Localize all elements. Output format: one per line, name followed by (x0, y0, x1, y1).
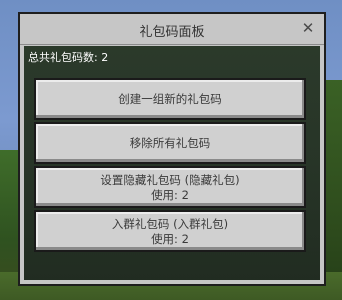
group-code-usage: 使用: 2 (151, 232, 189, 246)
total-codes-label: 总共礼包码数: 2 (28, 51, 109, 64)
create-code-button[interactable]: 创建一组新的礼包码 (34, 78, 306, 120)
close-button[interactable]: ✕ (298, 18, 318, 38)
panel-content: 总共礼包码数: 2 创建一组新的礼包码 移除所有礼包码 设置隐藏礼包码 (隐藏礼… (24, 46, 320, 280)
group-code-button-label: 入群礼包码 (入群礼包) (111, 217, 229, 231)
title-bar: 礼包码面板 ✕ (20, 14, 324, 45)
create-code-button-label: 创建一组新的礼包码 (118, 92, 222, 106)
remove-all-codes-button-label: 移除所有礼包码 (129, 136, 211, 150)
hidden-code-button[interactable]: 设置隐藏礼包码 (隐藏礼包) 使用: 2 (34, 166, 306, 208)
game-scene: 礼包码面板 ✕ 总共礼包码数: 2 创建一组新的礼包码 移除所有礼包码 设置隐藏… (0, 0, 342, 300)
gift-code-panel: 礼包码面板 ✕ 总共礼包码数: 2 创建一组新的礼包码 移除所有礼包码 设置隐藏… (18, 12, 326, 286)
group-code-button[interactable]: 入群礼包码 (入群礼包) 使用: 2 (34, 210, 306, 252)
panel-title: 礼包码面板 (139, 25, 205, 40)
hidden-code-usage: 使用: 2 (151, 188, 189, 202)
hidden-code-button-label: 设置隐藏礼包码 (隐藏礼包) (100, 173, 240, 187)
remove-all-codes-button[interactable]: 移除所有礼包码 (34, 122, 306, 164)
